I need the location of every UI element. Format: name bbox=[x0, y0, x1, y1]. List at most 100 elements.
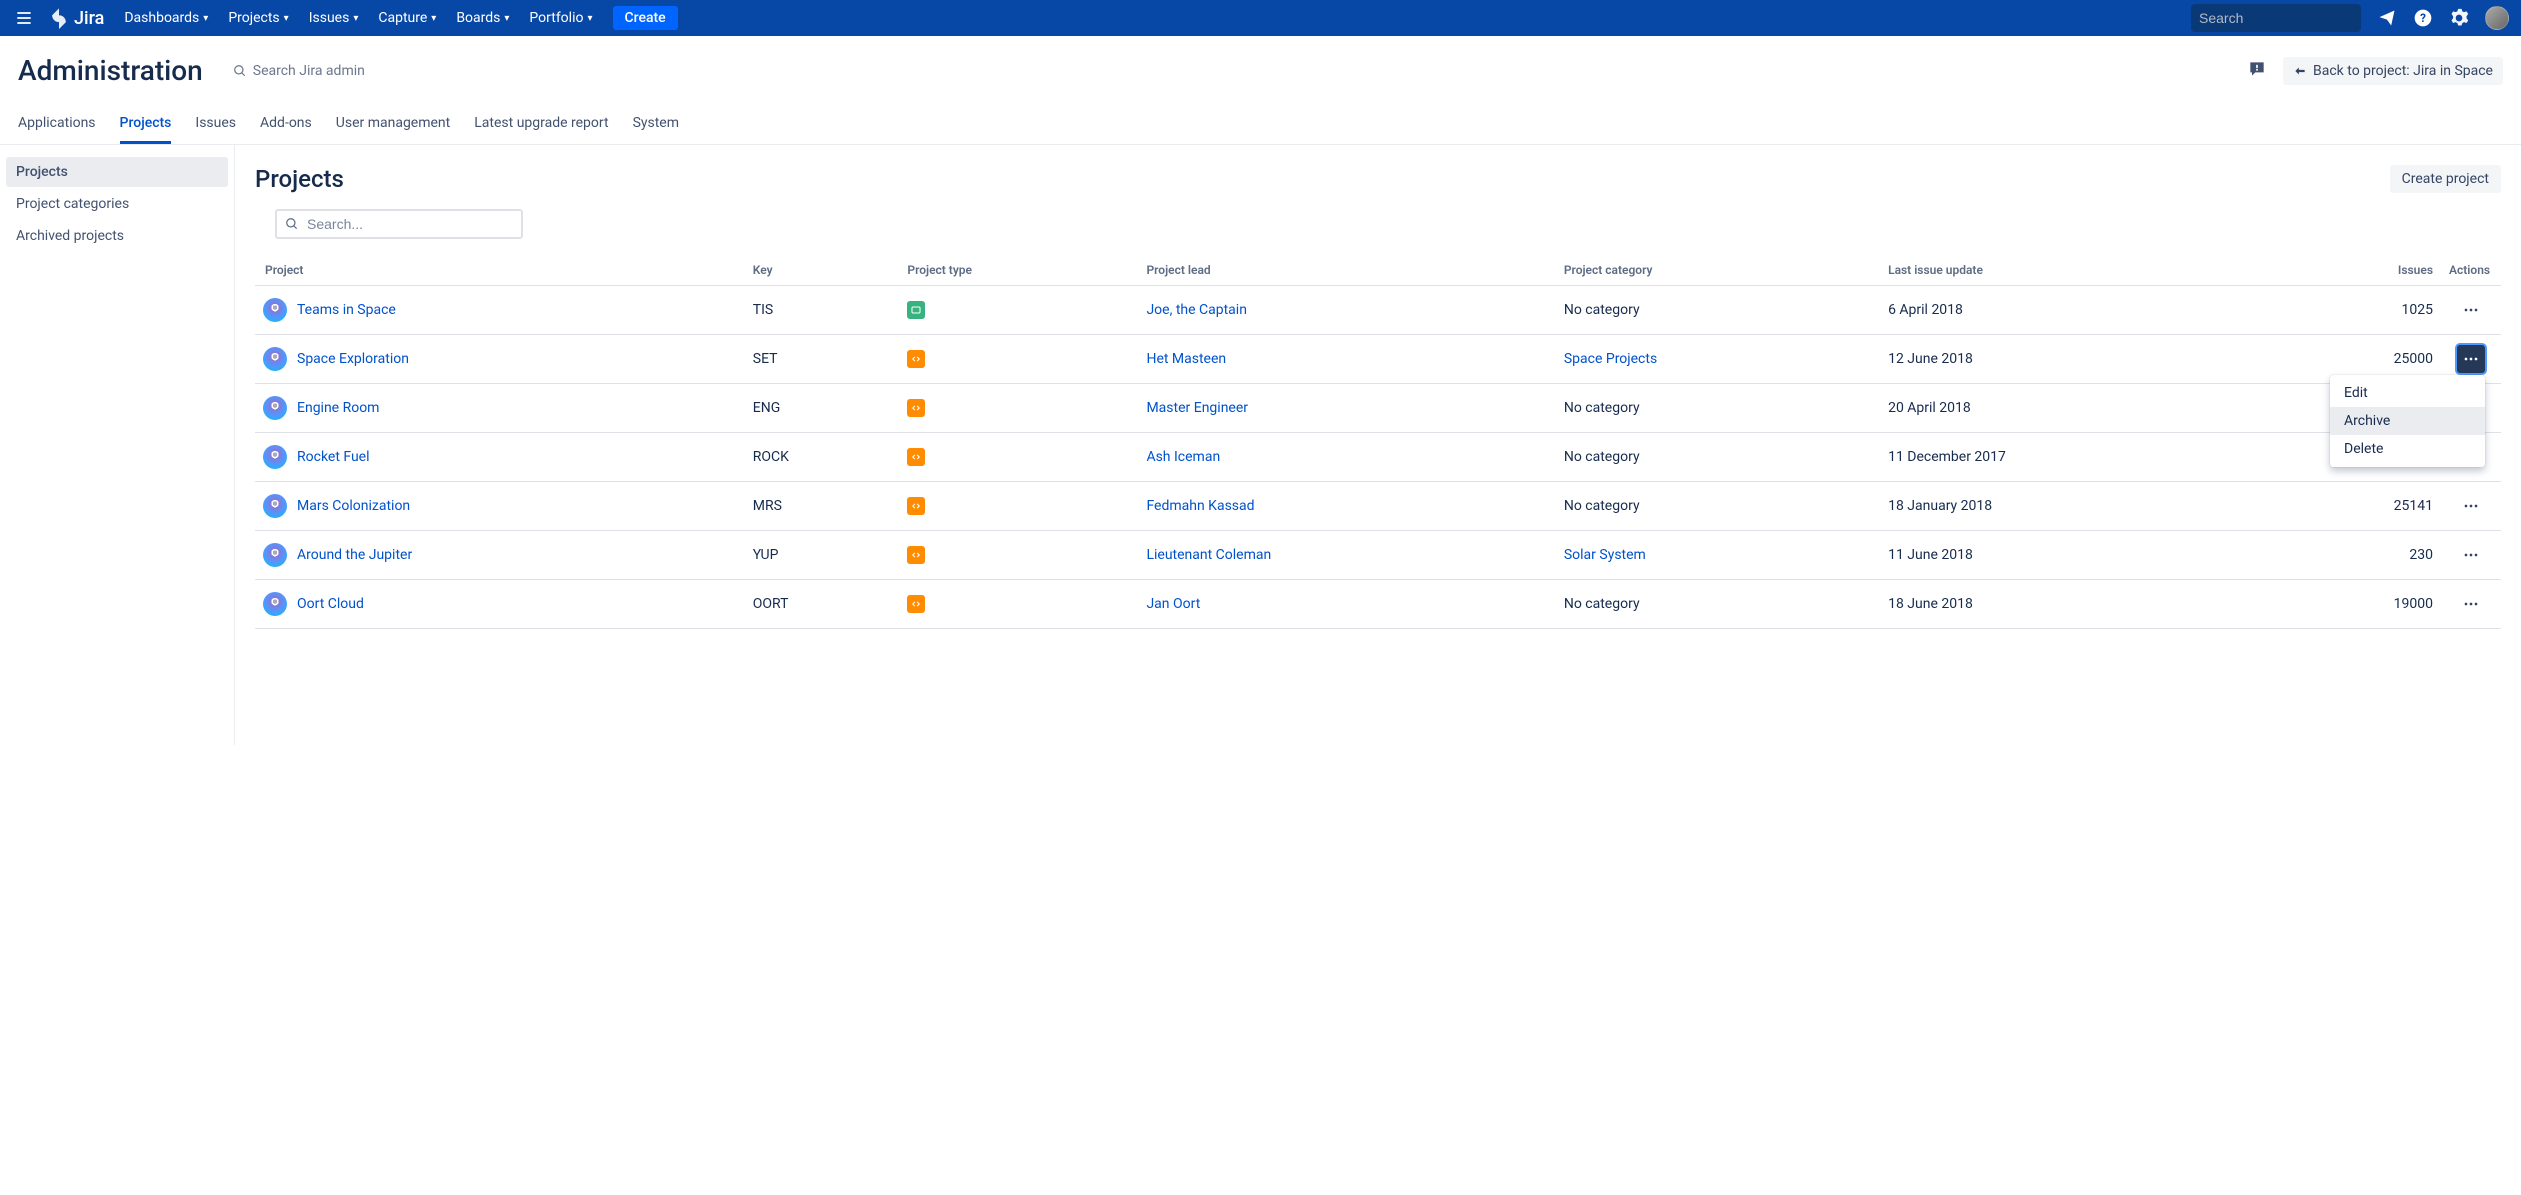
table-row: Around the Jupiter YUP Lieutenant Coleman S… bbox=[255, 531, 2501, 580]
global-search[interactable] bbox=[2191, 4, 2361, 32]
table-row: Oort CloudOORTJan OortNo category18 June… bbox=[255, 580, 2501, 629]
project-filter-input[interactable] bbox=[307, 216, 513, 232]
last-issue-update: 11 June 2018 bbox=[1880, 531, 2277, 580]
sidebar-item-archived-projects[interactable]: Archived projects bbox=[6, 221, 228, 251]
feedback-icon[interactable] bbox=[2247, 59, 2267, 83]
table-row: Rocket Fuel ROCK Ash Iceman No category11 D… bbox=[255, 433, 2501, 482]
project-lead-link[interactable]: Het Masteen bbox=[1146, 351, 1226, 367]
profile-avatar[interactable] bbox=[2485, 6, 2509, 30]
project-lead-link[interactable]: Joe, the Captain bbox=[1146, 302, 1246, 318]
column-header: Project category bbox=[1556, 255, 1880, 286]
last-issue-update: 18 June 2018 bbox=[1880, 580, 2277, 629]
topnav-item-label: Issues bbox=[309, 10, 350, 26]
chevron-down-icon: ▾ bbox=[353, 13, 358, 24]
create-button[interactable]: Create bbox=[613, 6, 678, 30]
project-category-link[interactable]: Solar System bbox=[1564, 547, 1646, 563]
sidebar-item-projects[interactable]: Projects bbox=[6, 157, 228, 187]
project-key: OORT bbox=[745, 580, 900, 629]
admin-tab-projects[interactable]: Projects bbox=[120, 105, 172, 144]
project-key: YUP bbox=[745, 531, 900, 580]
topnav-item-capture[interactable]: Capture ▾ bbox=[378, 10, 436, 26]
projects-table: ProjectKeyProject typeProject leadProjec… bbox=[255, 255, 2501, 629]
project-category-link[interactable]: Space Projects bbox=[1564, 351, 1657, 367]
project-category: No category bbox=[1556, 433, 1880, 482]
dropdown-item-delete[interactable]: Delete bbox=[2330, 435, 2485, 463]
project-name-link[interactable]: Engine Room bbox=[297, 400, 379, 416]
topnav-item-label: Capture bbox=[378, 10, 427, 26]
topnav-item-projects[interactable]: Projects▾ bbox=[228, 10, 288, 26]
chevron-down-icon: ▾ bbox=[284, 13, 289, 24]
last-issue-update: 12 June 2018 bbox=[1880, 335, 2277, 384]
admin-tab-system[interactable]: System bbox=[633, 105, 679, 144]
topnav-item-dashboards[interactable]: Dashboards▾ bbox=[124, 10, 208, 26]
row-actions-button[interactable] bbox=[2457, 590, 2485, 618]
admin-search[interactable]: Search Jira admin bbox=[233, 63, 365, 79]
dropdown-item-edit[interactable]: Edit bbox=[2330, 379, 2485, 407]
chevron-down-icon: ▾ bbox=[504, 13, 509, 24]
search-icon bbox=[285, 217, 299, 231]
project-type-icon bbox=[907, 399, 925, 417]
settings-icon[interactable] bbox=[2449, 8, 2469, 28]
admin-tab-latest-upgrade-report[interactable]: Latest upgrade report bbox=[474, 105, 608, 144]
create-project-button[interactable]: Create project bbox=[2390, 165, 2501, 193]
admin-tab-add-ons[interactable]: Add-ons bbox=[260, 105, 312, 144]
chevron-down-icon: ▾ bbox=[587, 13, 592, 24]
admin-tab-user-management[interactable]: User management bbox=[336, 105, 450, 144]
project-lead-link[interactable]: Lieutenant Coleman bbox=[1146, 547, 1271, 563]
admin-tabs: Applications Projects Issues Add-ons User ma… bbox=[0, 105, 2521, 145]
row-actions-button[interactable] bbox=[2457, 345, 2485, 373]
last-issue-update: 11 December 2017 bbox=[1880, 433, 2277, 482]
notifications-icon[interactable] bbox=[2377, 8, 2397, 28]
dropdown-item-archive[interactable]: Archive bbox=[2330, 407, 2485, 435]
project-name-link[interactable]: Around the Jupiter bbox=[297, 547, 412, 563]
admin-tab-applications[interactable]: Applications bbox=[18, 105, 96, 144]
project-lead-link[interactable]: Ash Iceman bbox=[1146, 449, 1220, 465]
project-avatar bbox=[263, 396, 287, 420]
chevron-down-icon: ▾ bbox=[431, 13, 436, 24]
project-avatar bbox=[263, 298, 287, 322]
project-name-link[interactable]: Rocket Fuel bbox=[297, 449, 370, 465]
help-icon[interactable]: ? bbox=[2413, 8, 2433, 28]
row-actions-button[interactable] bbox=[2457, 492, 2485, 520]
project-type-icon bbox=[907, 497, 925, 515]
topnav-item-boards[interactable]: Boards▾ bbox=[456, 10, 509, 26]
global-search-input[interactable] bbox=[2199, 10, 2380, 26]
column-header: Issues bbox=[2277, 255, 2441, 286]
svg-text:?: ? bbox=[2420, 11, 2426, 25]
project-filter[interactable] bbox=[275, 209, 523, 239]
topnav-item-issues[interactable]: Issues▾ bbox=[309, 10, 359, 26]
project-key: ROCK bbox=[745, 433, 900, 482]
project-lead-link[interactable]: Jan Oort bbox=[1146, 596, 1200, 612]
sidebar-item-project-categories[interactable]: Project categories bbox=[6, 189, 228, 219]
project-avatar bbox=[263, 592, 287, 616]
project-lead-link[interactable]: Master Engineer bbox=[1146, 400, 1248, 416]
project-category: No category bbox=[1556, 384, 1880, 433]
topnav-menu: Dashboards▾Projects▾Issues▾Capture▾Board… bbox=[124, 6, 677, 30]
table-row: Engine RoomENGMaster EngineerNo category… bbox=[255, 384, 2501, 433]
admin-search-label: Search Jira admin bbox=[253, 63, 365, 79]
topnav-item-label: Dashboards bbox=[124, 10, 199, 26]
back-to-project-button[interactable]: Back to project: Jira in Space bbox=[2283, 57, 2503, 85]
project-type-icon bbox=[907, 448, 925, 466]
row-actions-button[interactable] bbox=[2457, 541, 2485, 569]
project-name-link[interactable]: Mars Colonization bbox=[297, 498, 410, 514]
project-lead-link[interactable]: Fedmahn Kassad bbox=[1146, 498, 1254, 514]
topnav-item-portfolio[interactable]: Portfolio▾ bbox=[529, 10, 592, 26]
issues-count: 230 bbox=[2277, 531, 2441, 580]
row-actions-button[interactable] bbox=[2457, 296, 2485, 324]
main-content: Projects Create project ProjectKeyProjec… bbox=[235, 145, 2521, 745]
project-key: TIS bbox=[745, 286, 900, 335]
column-header: Project type bbox=[899, 255, 1138, 286]
project-name-link[interactable]: Teams in Space bbox=[297, 302, 396, 318]
jira-logo[interactable]: Jira bbox=[48, 7, 104, 29]
app-switcher-icon[interactable] bbox=[12, 6, 36, 30]
project-name-link[interactable]: Oort Cloud bbox=[297, 596, 364, 612]
column-header: Actions bbox=[2441, 255, 2501, 286]
admin-tab-issues[interactable]: Issues bbox=[195, 105, 236, 144]
project-name-link[interactable]: Space Exploration bbox=[297, 351, 409, 367]
section-title: Projects bbox=[255, 165, 344, 193]
project-avatar bbox=[263, 494, 287, 518]
project-type-icon bbox=[907, 546, 925, 564]
project-category: No category bbox=[1556, 482, 1880, 531]
project-avatar bbox=[263, 445, 287, 469]
